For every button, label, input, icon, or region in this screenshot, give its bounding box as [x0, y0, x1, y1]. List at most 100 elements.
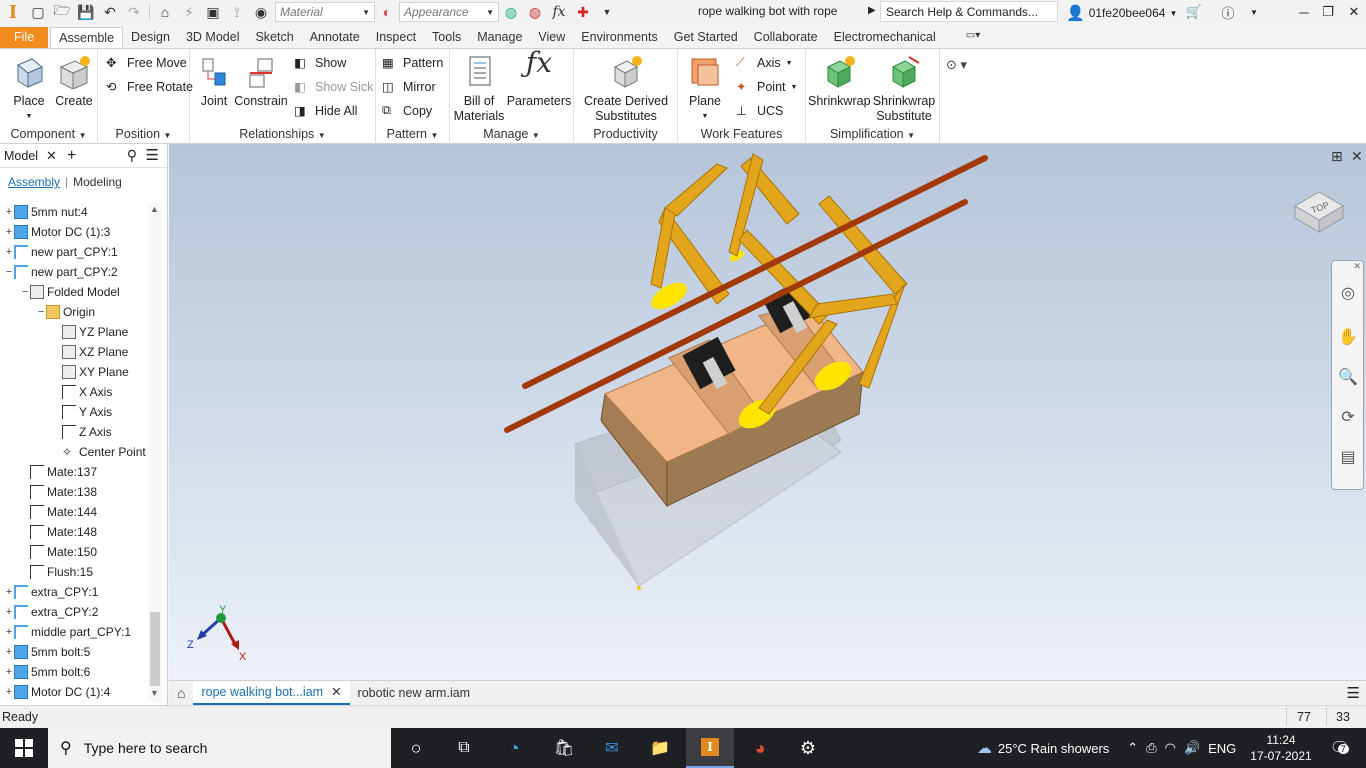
tree-item[interactable]: Mate:144 — [0, 502, 148, 522]
add-panel-icon[interactable]: + — [67, 147, 76, 165]
tree-item[interactable]: +5mm bolt:6 — [0, 662, 148, 682]
chrome-icon[interactable]: ◕ — [736, 728, 784, 768]
tab-electromechanical[interactable]: Electromechanical — [826, 27, 944, 48]
doc-tab-robotic-new-arm[interactable]: robotic new arm.iam — [350, 681, 479, 705]
menu-icon[interactable]: ☰ — [146, 146, 159, 164]
maximize-view-icon[interactable]: ⊞ — [1331, 148, 1343, 165]
edge-icon[interactable]: ◔ — [490, 728, 538, 768]
collapse-icon[interactable]: − — [36, 306, 46, 318]
ribbon-options-icon[interactable]: ⊙ ▾ — [946, 57, 967, 73]
undo-icon[interactable]: ↶ — [98, 1, 122, 23]
look-at-icon[interactable]: ▤ — [1336, 445, 1360, 469]
panel-component-title[interactable]: Component ▼ — [0, 127, 97, 141]
windows-start-icon[interactable] — [0, 728, 48, 768]
tab-view[interactable]: View — [530, 27, 573, 48]
update-icon[interactable]: ⚡ — [177, 1, 201, 23]
constrain-button[interactable]: Constrain — [234, 55, 288, 109]
tab-collaborate[interactable]: Collaborate — [746, 27, 826, 48]
tree-item[interactable]: Mate:137 — [0, 462, 148, 482]
tree-item[interactable]: + Motor DC (1):4 — [0, 682, 148, 702]
expand-icon[interactable]: + — [4, 606, 14, 618]
restore-button[interactable]: ❐ — [1314, 0, 1342, 24]
tab-get-started[interactable]: Get Started — [666, 27, 746, 48]
tray-overflow-icon[interactable]: ⌃ — [1127, 740, 1138, 756]
home-tab-icon[interactable]: ⌂ — [169, 681, 193, 705]
appearance-dropdown[interactable]: Appearance ▼ — [399, 2, 499, 22]
tree-item[interactable]: Mate:150 — [0, 542, 148, 562]
weather-text[interactable]: 25°C Rain showers — [998, 741, 1109, 756]
steering-wheel-icon[interactable]: ◎ — [1336, 281, 1360, 305]
clear-appearance-icon[interactable]: ◍ — [523, 1, 547, 23]
scroll-thumb[interactable] — [150, 612, 160, 686]
close-tab-icon[interactable]: ✕ — [331, 684, 341, 699]
close-panel-icon[interactable]: ✕ — [46, 148, 57, 164]
expand-icon[interactable]: + — [4, 626, 14, 638]
tabs-menu-icon[interactable]: ☰ — [1347, 684, 1360, 702]
assembly-model[interactable]: Y Z X — [169, 144, 1366, 680]
tree-item[interactable]: +5mm nut:4 — [0, 202, 148, 222]
store-icon[interactable]: 🛍 — [540, 728, 588, 768]
shrinkwrap-button[interactable]: Shrinkwrap — [808, 55, 871, 109]
zoom-icon[interactable]: 🔍 — [1336, 365, 1360, 389]
user-account[interactable]: 👤 01fe20bee064 ▼ — [1066, 4, 1177, 22]
parameters-button[interactable]: ƒx Parameters — [506, 49, 572, 109]
adjust-appearance-icon[interactable]: ◍ — [499, 1, 523, 23]
save-icon[interactable]: 💾 — [74, 1, 98, 23]
close-navbar-icon[interactable]: ✕ — [1353, 261, 1361, 272]
ucs-button[interactable]: ⊥ UCS — [736, 101, 783, 121]
panel-pattern-title[interactable]: Pattern ▼ — [376, 127, 449, 141]
tab-inspect[interactable]: Inspect — [368, 27, 424, 48]
plane-button[interactable]: Plane ▼ — [684, 55, 726, 124]
open-folder-icon[interactable]: 🗁 — [50, 1, 74, 23]
inventor-taskbar-icon[interactable]: I — [686, 728, 734, 768]
point-button[interactable]: ✦ Point ▼ — [736, 77, 797, 97]
create-button[interactable]: Create — [52, 55, 96, 109]
taskbar-search[interactable]: ⚲ Type here to search — [48, 728, 391, 768]
tree-item[interactable]: XZ Plane — [0, 342, 148, 362]
tab-3d-model[interactable]: 3D Model — [178, 27, 248, 48]
tree-item[interactable]: XY Plane — [0, 362, 148, 382]
expand-icon[interactable]: + — [4, 246, 14, 258]
pattern-button[interactable]: ▦ Pattern — [382, 53, 443, 73]
ribbon-display-toggle[interactable]: ▭▾ — [958, 27, 988, 48]
tree-item[interactable]: YZ Plane — [0, 322, 148, 342]
add-icon[interactable]: ✚ — [571, 1, 595, 23]
help-icon[interactable]: ⓘ — [1214, 0, 1242, 24]
panel-relationships-title[interactable]: Relationships ▼ — [190, 127, 375, 141]
expand-icon[interactable]: + — [4, 666, 14, 678]
select-filter-icon[interactable]: ▣ — [201, 1, 225, 23]
tab-design[interactable]: Design — [123, 27, 178, 48]
tree-item[interactable]: Mate:138 — [0, 482, 148, 502]
place-button[interactable]: Place ▼ — [6, 55, 52, 124]
new-file-icon[interactable]: ▢ — [26, 1, 50, 23]
network-icon[interactable]: ⎙ — [1146, 740, 1156, 756]
notifications-icon[interactable]: 🗨7 — [1330, 738, 1350, 758]
volume-icon[interactable]: 🔊 — [1184, 740, 1200, 756]
collapse-icon[interactable]: − — [4, 266, 14, 278]
pan-icon[interactable]: ✋ — [1336, 325, 1360, 349]
tree-item[interactable]: + middle part_CPY:1 — [0, 622, 148, 642]
customize-qat-icon[interactable]: ▼ — [595, 1, 619, 23]
expand-icon[interactable]: + — [4, 206, 14, 218]
cart-icon[interactable]: 🛒 — [1180, 0, 1208, 24]
task-view-icon[interactable]: ⧉ — [440, 728, 488, 768]
mirror-button[interactable]: ◫ Mirror — [382, 77, 436, 97]
bill-of-materials-button[interactable]: Bill of Materials — [452, 55, 506, 124]
free-rotate-button[interactable]: ⟲ Free Rotate — [106, 77, 193, 97]
tree-item[interactable]: − new part_CPY:2 — [0, 262, 148, 282]
browser-scrollbar[interactable]: ▲ ▼ — [148, 202, 162, 702]
cortana-icon[interactable]: ○ — [392, 728, 440, 768]
chevron-down-icon[interactable]: ▼ — [1240, 0, 1268, 24]
scroll-down-icon[interactable]: ▼ — [150, 688, 159, 698]
panel-simplification-title[interactable]: Simplification ▼ — [806, 127, 939, 141]
free-move-button[interactable]: ✥ Free Move — [106, 53, 187, 73]
tree-item[interactable]: Flush:15 — [0, 562, 148, 582]
tree-item[interactable]: +5mm bolt:5 — [0, 642, 148, 662]
tab-annotate[interactable]: Annotate — [302, 27, 368, 48]
expand-icon[interactable]: + — [4, 686, 14, 698]
copy-button[interactable]: ⧉ Copy — [382, 101, 432, 121]
tree-item[interactable]: Mate:148 — [0, 522, 148, 542]
modeling-view-tab[interactable]: Modeling — [73, 175, 122, 189]
close-button[interactable]: ✕ — [1340, 0, 1366, 24]
show-button[interactable]: ◧ Show — [294, 53, 346, 73]
